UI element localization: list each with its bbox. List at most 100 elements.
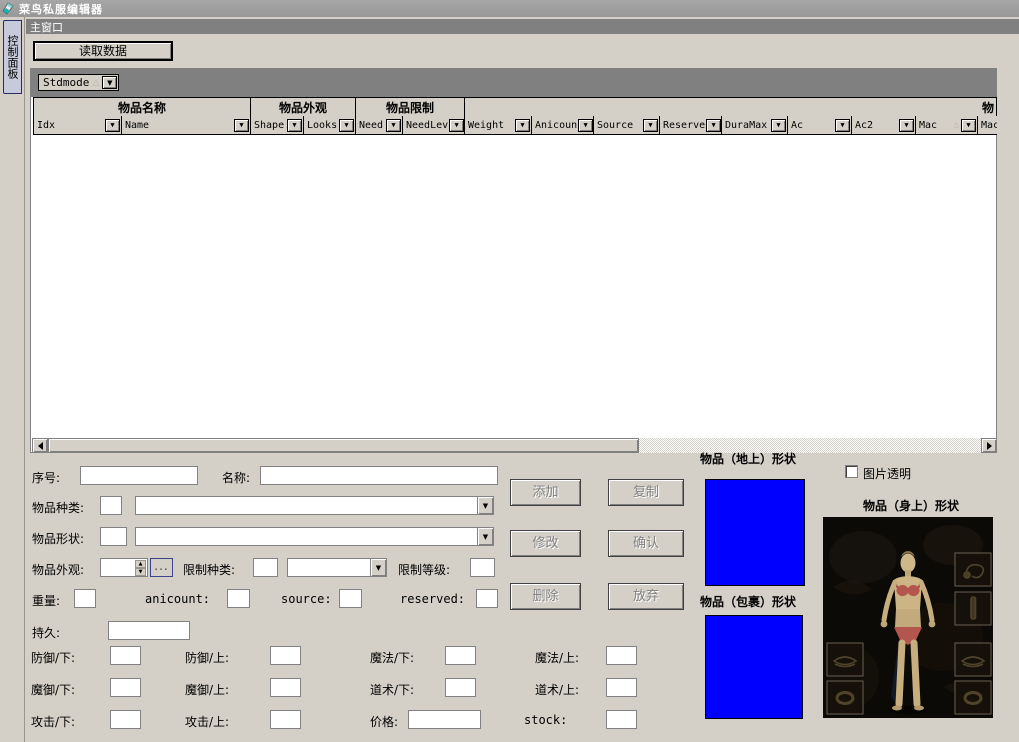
filter-arrow-icon[interactable]: ▼ [835, 119, 850, 132]
filter-arrow-icon[interactable]: ▼ [961, 119, 976, 132]
name-input[interactable] [260, 466, 498, 485]
dropdown-arrow-icon[interactable]: ▼ [102, 76, 117, 89]
tao-low-label: 道术/下: [370, 681, 414, 698]
col-need[interactable]: Need▼ [356, 116, 403, 135]
col-duramax[interactable]: DuraMax▼ [722, 116, 788, 135]
atk-high-input[interactable] [270, 710, 301, 729]
group-header-appearance[interactable]: 物品外观 [251, 98, 356, 116]
col-name[interactable]: Name▼ [122, 116, 251, 135]
col-ac[interactable]: Ac▼ [788, 116, 852, 135]
col-needlev[interactable]: NeedLev▼ [403, 116, 465, 135]
tab-control-panel[interactable]: 控制面板 [3, 20, 22, 94]
delete-button[interactable]: 删除 [510, 583, 581, 610]
load-data-button[interactable]: 读取数据 [33, 41, 173, 61]
reserved-input[interactable] [476, 589, 498, 608]
col-source[interactable]: Source▼ [594, 116, 660, 135]
spinner[interactable]: ▲ ▼ [135, 560, 146, 575]
item-look-spinbox[interactable]: ▲ ▼ [100, 558, 148, 577]
left-ring-slot [827, 681, 863, 714]
atk-high-label: 攻击/上: [185, 713, 229, 730]
limit-type-code-input[interactable] [253, 558, 278, 577]
weight-input[interactable] [74, 589, 96, 608]
grid-body[interactable] [33, 135, 996, 438]
stock-input[interactable] [606, 710, 637, 729]
chevron-down-icon[interactable]: ▼ [477, 497, 493, 514]
magic-low-label: 魔法/下: [370, 649, 414, 666]
tao-high-label: 道术/上: [535, 681, 579, 698]
item-shape-label: 物品形状: [32, 530, 84, 547]
spinner-down-icon[interactable]: ▼ [135, 568, 146, 576]
col-idx[interactable]: Idx▼ [34, 116, 122, 135]
groupby-stdmode-dropdown[interactable]: Stdmode △ ▼ [38, 74, 119, 91]
package-shape-label: 物品（包裹）形状 [700, 593, 796, 610]
necklace-pendant-icon [964, 572, 970, 578]
tao-low-input[interactable] [445, 678, 476, 697]
filter-arrow-icon[interactable]: ▼ [339, 119, 354, 132]
item-type-combobox[interactable]: ▼ [135, 496, 494, 515]
filter-arrow-icon[interactable]: ▼ [105, 119, 120, 132]
col-looks[interactable]: Looks▼ [304, 116, 356, 135]
filter-arrow-icon[interactable]: ▼ [899, 119, 914, 132]
serial-input[interactable] [80, 466, 198, 485]
col-weight[interactable]: Weight▼ [465, 116, 532, 135]
def-low-input[interactable] [110, 646, 141, 665]
col-reserve[interactable]: Reserve▼ [660, 116, 722, 135]
filter-arrow-icon[interactable]: ▼ [578, 119, 593, 132]
atk-low-input[interactable] [110, 710, 141, 729]
col-mac2[interactable]: Mac2 [978, 116, 997, 135]
scroll-right-button[interactable] [981, 438, 997, 453]
anicount-input[interactable] [227, 589, 250, 608]
col-mac[interactable]: Mac△▼ [916, 116, 978, 135]
grid-column-header-row: Idx▼ Name▼ Shape▼ Looks▼ Need▼ NeedLev▼ … [33, 116, 997, 135]
image-transparent-checkbox[interactable] [845, 465, 858, 478]
scroll-left-button[interactable] [32, 438, 48, 453]
scrollbar-track[interactable] [48, 438, 981, 453]
limit-level-input[interactable] [470, 558, 495, 577]
limit-type-combobox[interactable]: ▼ [287, 558, 387, 577]
chevron-down-icon[interactable]: ▼ [370, 559, 386, 576]
copy-button[interactable]: 复制 [608, 479, 684, 506]
add-button[interactable]: 添加 [510, 479, 581, 506]
window-title: 菜鸟私服编辑器 [19, 1, 103, 17]
price-input[interactable] [408, 710, 481, 729]
ground-shape-preview [705, 479, 805, 586]
filter-arrow-icon[interactable]: ▼ [386, 119, 401, 132]
body-shape-preview [823, 517, 993, 718]
item-type-code-input[interactable] [100, 496, 122, 515]
left-panel-strip [0, 17, 25, 742]
browse-button[interactable]: ... [150, 558, 173, 577]
tao-high-input[interactable] [606, 678, 637, 697]
horizontal-scrollbar[interactable] [32, 438, 997, 453]
mdef-high-input[interactable] [270, 678, 301, 697]
col-ac2[interactable]: Ac2▼ [852, 116, 916, 135]
col-anicount[interactable]: Anicoun▼ [532, 116, 594, 135]
filter-arrow-icon[interactable]: ▼ [234, 119, 249, 132]
source-input[interactable] [339, 589, 362, 608]
filter-arrow-icon[interactable]: ▼ [515, 119, 530, 132]
group-header-name[interactable]: 物品名称 [34, 98, 251, 116]
item-shape-code-input[interactable] [100, 527, 127, 546]
spinner-up-icon[interactable]: ▲ [135, 560, 146, 568]
def-high-input[interactable] [270, 646, 301, 665]
sort-ascending-icon: △ [92, 78, 99, 88]
group-header-limit[interactable]: 物品限制 [356, 98, 465, 116]
confirm-button[interactable]: 确认 [608, 530, 684, 557]
modify-button[interactable]: 修改 [510, 530, 581, 557]
magic-high-input[interactable] [606, 646, 637, 665]
sort-ascending-icon: △ [954, 120, 959, 130]
scrollbar-thumb[interactable] [48, 438, 639, 453]
group-header-attributes[interactable]: 物 [465, 98, 997, 116]
mdef-low-input[interactable] [110, 678, 141, 697]
durability-input[interactable] [108, 621, 190, 640]
abandon-button[interactable]: 放弃 [608, 583, 684, 610]
filter-arrow-icon[interactable]: ▼ [287, 119, 302, 132]
magic-low-input[interactable] [445, 646, 476, 665]
item-shape-combobox[interactable]: ▼ [135, 527, 494, 546]
filter-arrow-icon[interactable]: ▼ [449, 119, 464, 132]
col-shape[interactable]: Shape▼ [251, 116, 304, 135]
filter-arrow-icon[interactable]: ▼ [643, 119, 658, 132]
chevron-down-icon[interactable]: ▼ [477, 528, 493, 545]
filter-arrow-icon[interactable]: ▼ [771, 119, 786, 132]
filter-arrow-icon[interactable]: ▼ [706, 119, 721, 132]
mdef-high-label: 魔御/上: [185, 681, 229, 698]
